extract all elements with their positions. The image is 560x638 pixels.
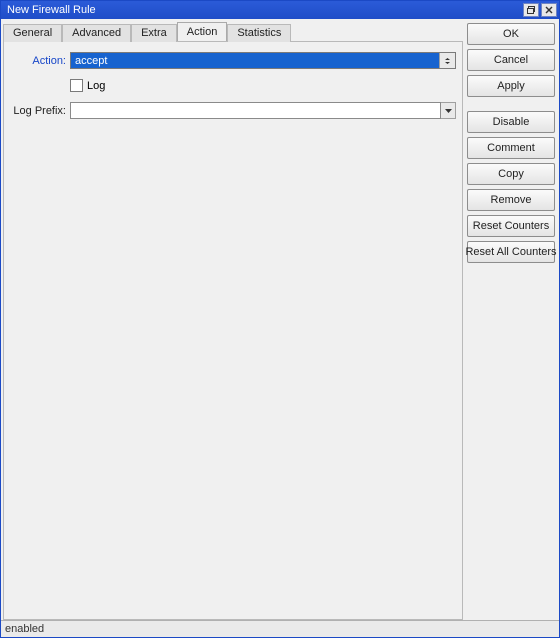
remove-button[interactable]: Remove <box>467 189 555 211</box>
tab-extra[interactable]: Extra <box>131 24 177 42</box>
action-select[interactable]: accept <box>70 52 456 69</box>
main-row: General Advanced Extra Action Statistics… <box>1 19 559 620</box>
window-restore-button[interactable] <box>523 3 539 17</box>
left-column: General Advanced Extra Action Statistics… <box>1 19 467 620</box>
log-prefix-dropdown-button[interactable] <box>441 102 456 119</box>
row-log: Log <box>10 79 456 92</box>
cancel-button[interactable]: Cancel <box>467 49 555 71</box>
window-body: General Advanced Extra Action Statistics… <box>1 19 559 637</box>
reset-all-counters-button[interactable]: Reset All Counters <box>467 241 555 263</box>
close-icon <box>545 6 553 14</box>
label-log-prefix: Log Prefix: <box>10 105 70 117</box>
log-prefix-input[interactable] <box>70 102 441 119</box>
label-action: Action: <box>10 55 70 67</box>
ok-button[interactable]: OK <box>467 23 555 45</box>
tab-general[interactable]: General <box>3 24 62 42</box>
right-column: OK Cancel Apply Disable Comment Copy Rem… <box>467 19 559 620</box>
window-close-button[interactable] <box>541 3 557 17</box>
log-checkbox[interactable] <box>70 79 83 92</box>
tab-action[interactable]: Action <box>177 22 228 41</box>
disable-button[interactable]: Disable <box>467 111 555 133</box>
window: New Firewall Rule General Advanced Extra <box>0 0 560 638</box>
label-log: Log <box>87 80 105 92</box>
copy-button[interactable]: Copy <box>467 163 555 185</box>
titlebar: New Firewall Rule <box>1 1 559 19</box>
reset-counters-button[interactable]: Reset Counters <box>467 215 555 237</box>
restore-icon <box>527 6 536 14</box>
updown-icon <box>444 58 451 64</box>
status-text: enabled <box>5 623 44 635</box>
row-action: Action: accept <box>10 52 456 69</box>
status-bar: enabled <box>1 620 559 637</box>
tab-panel-action: Action: accept <box>3 41 463 620</box>
chevron-down-icon <box>445 109 452 113</box>
field-log-prefix <box>70 102 456 119</box>
row-log-prefix: Log Prefix: <box>10 102 456 119</box>
tab-strip: General Advanced Extra Action Statistics <box>3 21 463 41</box>
apply-button[interactable]: Apply <box>467 75 555 97</box>
comment-button[interactable]: Comment <box>467 137 555 159</box>
action-select-arrow[interactable] <box>439 53 455 68</box>
tab-statistics[interactable]: Statistics <box>227 24 291 42</box>
field-action: accept <box>70 52 456 69</box>
window-title: New Firewall Rule <box>7 4 521 16</box>
tab-advanced[interactable]: Advanced <box>62 24 131 42</box>
action-select-value: accept <box>71 53 439 68</box>
